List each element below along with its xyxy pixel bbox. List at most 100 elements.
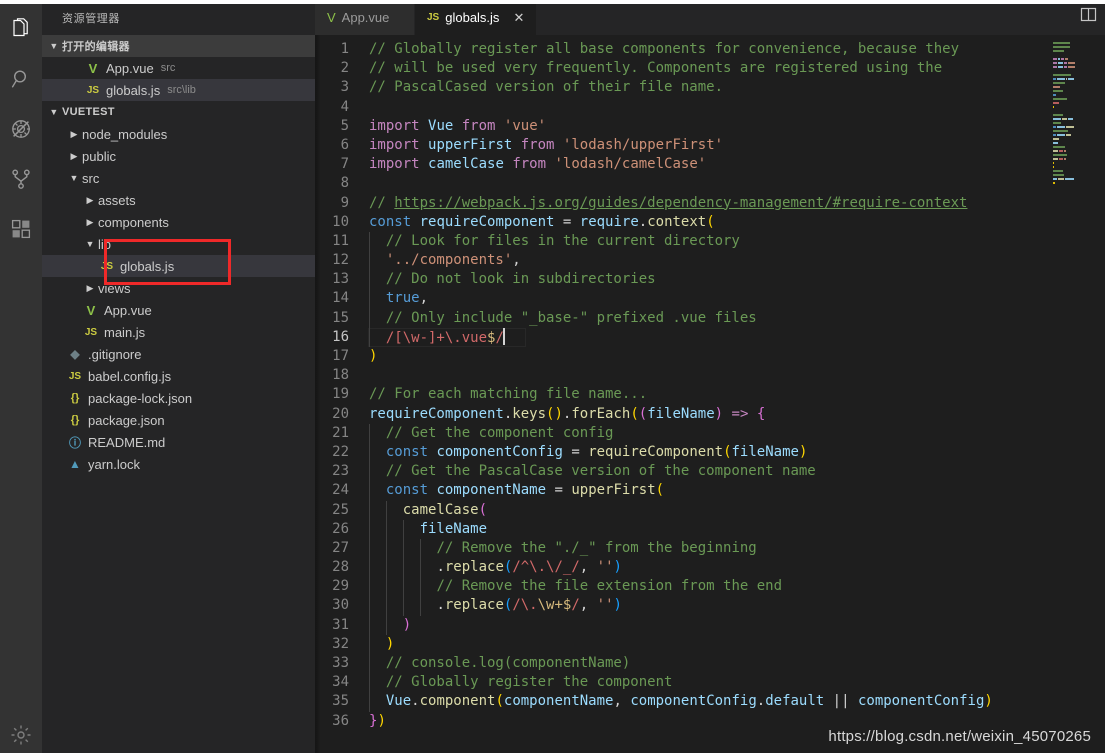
open-editor-globals-js[interactable]: JS globals.js src\lib bbox=[42, 79, 315, 101]
indent-guide bbox=[419, 577, 421, 597]
tree-file-package-json[interactable]: {} package.json bbox=[42, 409, 315, 431]
activity-item-search[interactable] bbox=[0, 56, 42, 106]
section-project-vuetest[interactable]: ▼ VUETEST bbox=[42, 101, 315, 123]
tree-folder-public[interactable]: ▶ public bbox=[42, 145, 315, 167]
minimap[interactable] bbox=[1049, 35, 1105, 753]
code-text: const componentName = upperFirst( bbox=[368, 481, 1049, 501]
token: '../components' bbox=[385, 252, 513, 269]
vue-file-icon: V bbox=[86, 302, 96, 318]
line-number: 33 bbox=[332, 655, 349, 671]
indent-guide bbox=[369, 327, 370, 347]
code-text: .replace(/\.\w+$/, '') bbox=[368, 596, 1049, 616]
json-file-icon: {} bbox=[70, 392, 80, 404]
minimap-segment bbox=[1053, 42, 1071, 44]
token: const bbox=[385, 482, 429, 499]
tree-folder-assets[interactable]: ▶ assets bbox=[42, 189, 315, 211]
token: '' bbox=[596, 559, 614, 576]
minimap-segment bbox=[1053, 98, 1067, 100]
code-line: 21 // Get the component config bbox=[315, 423, 1049, 443]
editor-tabs: V App.vue JS globals.js ✕ bbox=[315, 0, 1105, 35]
token: /\. bbox=[512, 597, 538, 614]
tree-folder-src[interactable]: ▼ src bbox=[42, 167, 315, 189]
token: \w+$ bbox=[537, 597, 572, 614]
indent-guide bbox=[385, 577, 387, 597]
code-line: 24 const componentName = upperFirst( bbox=[315, 481, 1049, 501]
js-file-icon: JS bbox=[86, 84, 100, 96]
tree-folder-views[interactable]: ▶ views bbox=[42, 277, 315, 299]
activity-item-run-and-debug[interactable] bbox=[0, 106, 42, 156]
token: 'lodash/camelCase' bbox=[554, 156, 707, 173]
line-number: 19 bbox=[332, 386, 349, 403]
js-file-icon: JS bbox=[84, 326, 98, 338]
code-line: 15 // Only include "_base-" prefixed .vu… bbox=[315, 308, 1049, 328]
tree-file-package-lock-json[interactable]: {} package-lock.json bbox=[42, 387, 315, 409]
token: ( bbox=[638, 405, 648, 422]
open-editor-description: src bbox=[160, 62, 176, 74]
chevron-right-icon: ▶ bbox=[86, 194, 94, 205]
chevron-down-icon: ▼ bbox=[85, 238, 95, 249]
token: // For each matching file name... bbox=[369, 386, 648, 403]
code-line: 22 const componentConfig = requireCompon… bbox=[315, 442, 1049, 463]
token: = bbox=[554, 482, 563, 499]
open-editor-app-vue[interactable]: V App.vue src bbox=[42, 57, 315, 79]
code-text: /[\w-]+\.vue$/ bbox=[368, 327, 1049, 347]
tree-folder-lib[interactable]: ▼ lib bbox=[42, 233, 315, 255]
code-lines[interactable]: 1 // Globally register all base component… bbox=[315, 35, 1049, 753]
minimap-segment bbox=[1064, 66, 1068, 68]
minimap-segment bbox=[1053, 74, 1072, 76]
token: keys bbox=[512, 405, 547, 422]
token: context bbox=[647, 213, 707, 230]
tree-file-globals-js[interactable]: JS globals.js bbox=[42, 255, 315, 277]
line-number: 4 bbox=[340, 98, 349, 115]
token: /^\.\/_/ bbox=[512, 559, 580, 576]
tree-file-app-vue[interactable]: V App.vue bbox=[42, 299, 315, 321]
tab-app-vue[interactable]: V App.vue bbox=[315, 0, 415, 35]
code-editor[interactable]: 1 // Globally register all base component… bbox=[315, 35, 1105, 753]
chevron-down-icon: ▼ bbox=[49, 106, 59, 117]
window-top-strip bbox=[0, 0, 1105, 4]
code-text: requireComponent.keys().forEach((fileNam… bbox=[368, 405, 1049, 424]
split-editor-icon[interactable] bbox=[1079, 5, 1099, 30]
code-line: 30 .replace(/\.\w+$/, '') bbox=[315, 596, 1049, 616]
code-text: import Vue from 'vue' bbox=[368, 117, 1049, 136]
tree-folder-node-modules[interactable]: ▶ node_modules bbox=[42, 123, 315, 145]
tree-file-gitignore[interactable]: ◆ .gitignore bbox=[42, 343, 315, 365]
activity-item-manage[interactable] bbox=[0, 715, 42, 753]
minimap-segment bbox=[1053, 62, 1057, 64]
line-number: 28 bbox=[332, 559, 349, 576]
code-text: // Globally register all base components… bbox=[368, 40, 1049, 59]
activity-item-extensions[interactable] bbox=[0, 206, 42, 256]
tree-folder-components[interactable]: ▶ components bbox=[42, 211, 315, 233]
minimap-segment bbox=[1053, 78, 1057, 80]
tree-file-main-js[interactable]: JS main.js bbox=[42, 321, 315, 343]
token: ( bbox=[655, 482, 665, 499]
code-text: ) bbox=[368, 347, 1049, 366]
tree-file-yarn-lock[interactable]: ▲ yarn.lock bbox=[42, 453, 315, 475]
token: // Globally register all base components… bbox=[369, 41, 960, 57]
editor-tab-actions bbox=[1079, 0, 1105, 35]
token: requireComponent bbox=[588, 443, 724, 460]
indent-guide bbox=[402, 519, 404, 539]
tab-globals-js[interactable]: JS globals.js ✕ bbox=[415, 0, 538, 35]
line-number: 9 bbox=[340, 194, 349, 211]
minimap-segment bbox=[1053, 114, 1064, 116]
tree-file-babel-config-js[interactable]: JS babel.config.js bbox=[42, 365, 315, 387]
token: upperFirst bbox=[428, 136, 513, 153]
code-line: 8 bbox=[315, 174, 1049, 193]
activity-item-source-control[interactable] bbox=[0, 156, 42, 206]
close-icon[interactable]: ✕ bbox=[513, 11, 524, 24]
tree-file-readme-md[interactable]: ⓘ README.md bbox=[42, 431, 315, 453]
code-text: Vue.component(componentName, componentCo… bbox=[368, 692, 1049, 712]
tree-item-label: lib bbox=[98, 236, 112, 252]
token: Vue bbox=[428, 117, 454, 134]
activity-item-explorer[interactable] bbox=[0, 6, 42, 56]
section-open-editors[interactable]: ▼ 打开的编辑器 bbox=[42, 35, 315, 57]
token: const bbox=[369, 213, 412, 230]
token: camelCase bbox=[428, 156, 504, 173]
code-text: // PascalCased version of their file nam… bbox=[368, 78, 1049, 97]
